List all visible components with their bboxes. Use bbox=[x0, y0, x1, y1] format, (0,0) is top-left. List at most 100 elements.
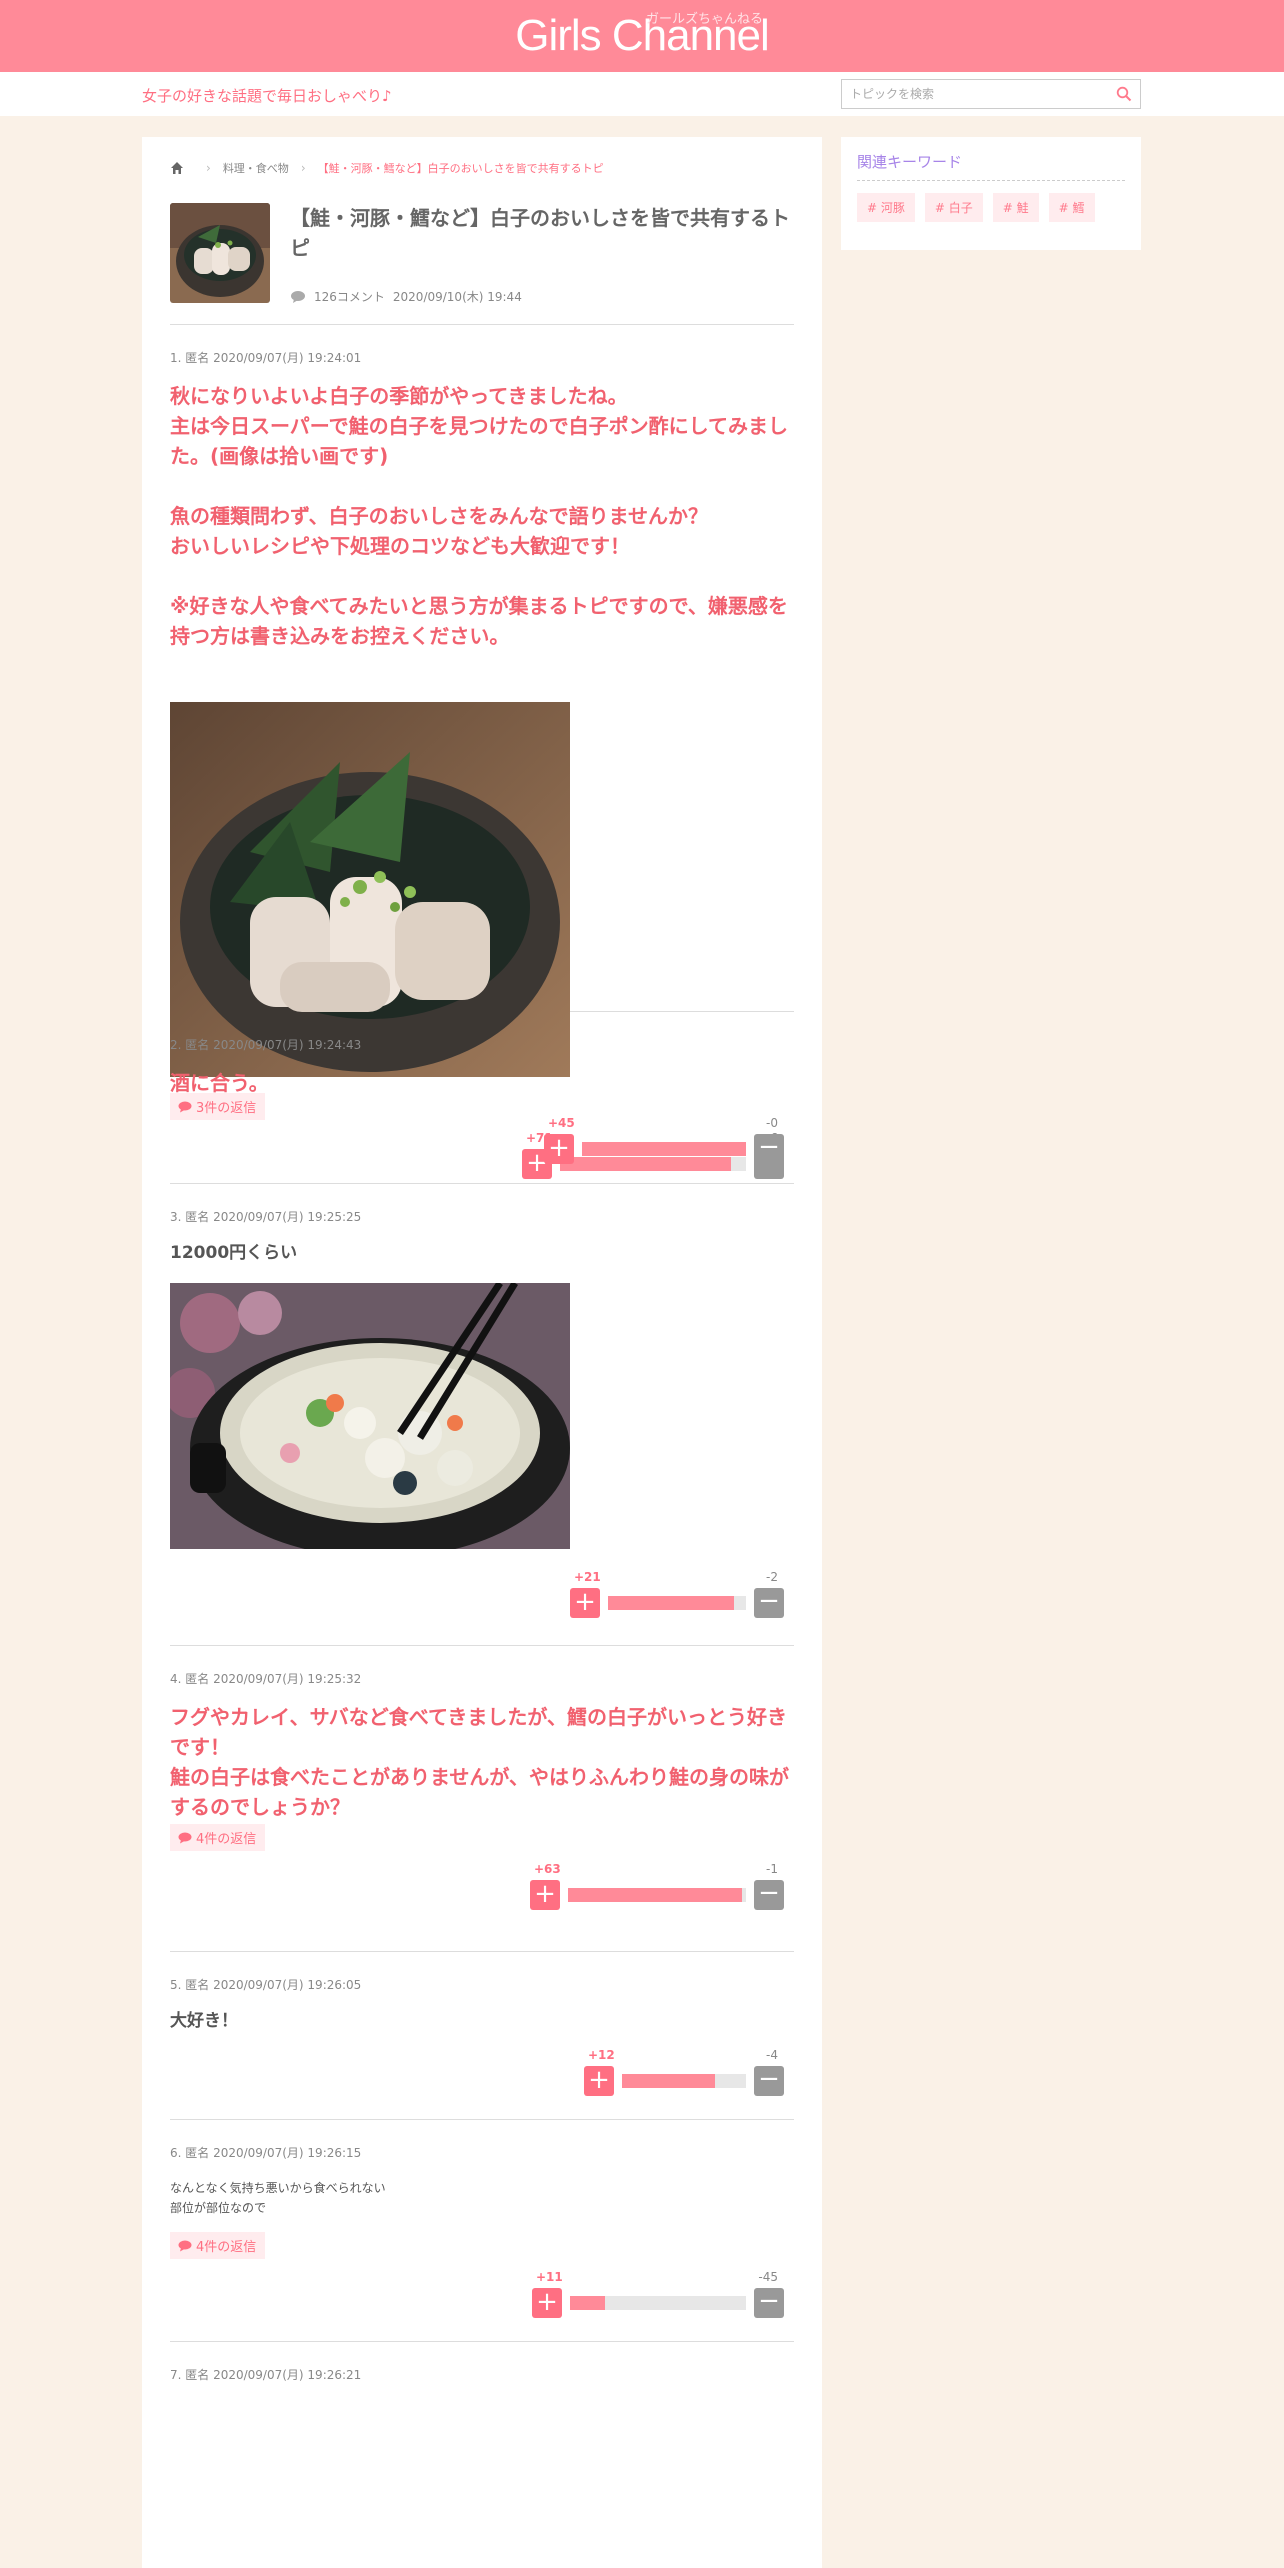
comment-header: 2. 匿名 2020/09/07(月) 19:24:43 bbox=[170, 1038, 362, 1052]
comment-line: ※好きな人や食べてみたいと思う方が集まるトピですので、嫌悪感を持つ方は書き込みを… bbox=[170, 594, 788, 648]
comment-1: 1. 匿名 2020/09/07(月) 19:24:01 秋になりいよいよ白子の… bbox=[170, 325, 794, 1179]
comment-header: 7. 匿名 2020/09/07(月) 19:26:21 bbox=[170, 2368, 362, 2382]
comment-3: 3. 匿名 2020/09/07(月) 19:25:25 12000円くらい +… bbox=[165, 1184, 794, 1646]
plus-vote-button[interactable]: + bbox=[570, 1588, 600, 1618]
breadcrumb-category[interactable]: 料理・食べ物 bbox=[223, 160, 289, 176]
comment-line: 大好き！ bbox=[170, 2011, 238, 2031]
comment-body: 秋になりいよいよ白子の季節がやってきましたね。 主は今日スーパーで鮭の白子を見つ… bbox=[170, 381, 794, 651]
plus-vote-button[interactable]: + bbox=[584, 2066, 614, 2096]
logo-text: Girls Channel bbox=[515, 11, 770, 60]
related-keywords-panel: 関連キーワード # 河豚 # 白子 # 鮭 # 鱈 bbox=[841, 137, 1141, 250]
search-icon[interactable] bbox=[1116, 86, 1132, 102]
comment-body: フグやカレイ、サバなど食べてきましたが、鱈の白子がいっとう好きです！ 鮭の白子は… bbox=[170, 1702, 794, 1822]
comment-header: 5. 匿名 2020/09/07(月) 19:26:05 bbox=[170, 1978, 362, 1992]
vote-widget: +45 -0 + − bbox=[544, 1110, 784, 1166]
vote-ratio-bar bbox=[582, 1142, 746, 1156]
comment-count[interactable]: 126コメント bbox=[314, 288, 385, 305]
comment-line: 主は今日スーパーで鮭の白子を見つけたので白子ポン酢にしてみました。(画像は拾い画… bbox=[170, 414, 788, 468]
comment-body: 酒に合う。 bbox=[170, 1068, 794, 1098]
topic-header: 【鮭・河豚・鱈など】白子のおいしさを皆で共有するトピ 126コメント 2020/… bbox=[170, 203, 794, 325]
breadcrumb-current: 【鮭・河豚・鱈など】白子のおいしさを皆で共有するトピ bbox=[317, 162, 604, 175]
topic-main: › 料理・食べ物 › 【鮭・河豚・鱈など】白子のおいしさを皆で共有するトピ 【鮭… bbox=[142, 137, 822, 2568]
vote-ratio-bar bbox=[622, 2074, 746, 2088]
comment-header: 1. 匿名 2020/09/07(月) 19:24:01 bbox=[170, 351, 362, 365]
topic-meta: 126コメント 2020/09/10(木) 19:44 bbox=[290, 288, 522, 305]
comment-line: なんとなく気持ち悪いから食べられない bbox=[170, 2181, 386, 2195]
minus-vote-button[interactable]: − bbox=[754, 1880, 784, 1910]
chevron-right-icon: › bbox=[300, 161, 306, 175]
chevron-right-icon: › bbox=[206, 161, 211, 175]
comment-header: 6. 匿名 2020/09/07(月) 19:26:15 bbox=[170, 2146, 362, 2160]
plus-count: +12 bbox=[588, 2048, 615, 2062]
breadcrumb: › 料理・食べ物 › 【鮭・河豚・鱈など】白子のおいしさを皆で共有するトピ bbox=[170, 160, 604, 176]
topic-thumbnail bbox=[170, 203, 270, 303]
vote-widget: +11 -45 + − bbox=[532, 2264, 784, 2320]
keyword-tag[interactable]: # 鮭 bbox=[992, 193, 1039, 222]
vote-ratio-bar bbox=[570, 2296, 746, 2310]
comment-header: 3. 匿名 2020/09/07(月) 19:25:25 bbox=[170, 1210, 362, 1224]
keyword-tag[interactable]: # 鱈 bbox=[1048, 193, 1095, 222]
related-keywords-title: 関連キーワード bbox=[857, 151, 1125, 181]
speech-bubble-icon bbox=[178, 1832, 192, 1843]
tagline: 女子の好きな話題で毎日おしゃべり♪ bbox=[142, 87, 392, 105]
comment-6: 6. 匿名 2020/09/07(月) 19:26:15 なんとなく気持ち悪いか… bbox=[170, 2120, 794, 2342]
plus-count: +21 bbox=[574, 1570, 601, 1584]
site-header: Girls Channel ガールズちゃんねる bbox=[0, 0, 1284, 72]
comment-line: 酒に合う。 bbox=[170, 1071, 269, 1095]
comment-4: 4. 匿名 2020/09/07(月) 19:25:32 フグやカレイ、サバなど… bbox=[170, 1646, 794, 1952]
plus-vote-button[interactable]: + bbox=[544, 1134, 574, 1164]
vote-widget: +12 -4 + − bbox=[584, 2042, 784, 2098]
minus-count: -0 bbox=[766, 1116, 778, 1130]
plus-count: +45 bbox=[548, 1116, 575, 1130]
replies-button[interactable]: 4件の返信 bbox=[170, 2232, 266, 2259]
minus-count: -45 bbox=[758, 2270, 778, 2284]
comment-header: 4. 匿名 2020/09/07(月) 19:25:32 bbox=[170, 1672, 362, 1686]
vote-widget: +21 -2 + − bbox=[570, 1564, 784, 1620]
comment-body: なんとなく気持ち悪いから食べられない 部位が部位なので bbox=[170, 2178, 794, 2218]
minus-vote-button[interactable]: − bbox=[754, 1588, 784, 1618]
keyword-tag[interactable]: # 河豚 bbox=[857, 193, 915, 222]
comment-2: 2. 匿名 2020/09/07(月) 19:24:43 酒に合う。 +45 -… bbox=[170, 1012, 794, 1184]
comment-line: 12000円くらい bbox=[170, 1243, 298, 1263]
minus-count: -4 bbox=[766, 2048, 778, 2062]
keyword-tag[interactable]: # 白子 bbox=[924, 193, 983, 222]
comment-line: 魚の種類問わず、白子のおいしさをみんなで語りませんか？ bbox=[170, 504, 708, 528]
comment-line: フグやカレイ、サバなど食べてきましたが、鱈の白子がいっとう好きです！ bbox=[170, 1705, 787, 1759]
home-icon[interactable] bbox=[170, 161, 184, 175]
search-input[interactable] bbox=[842, 80, 1102, 108]
replies-button[interactable]: 4件の返信 bbox=[170, 1824, 266, 1851]
site-logo[interactable]: Girls Channel ガールズちゃんねる bbox=[0, 8, 1284, 64]
minus-count: -2 bbox=[766, 1570, 778, 1584]
vote-ratio-fill bbox=[608, 1596, 734, 1610]
minus-count: -1 bbox=[766, 1862, 778, 1876]
vote-ratio-fill bbox=[582, 1142, 746, 1156]
sub-header: 女子の好きな話題で毎日おしゃべり♪ bbox=[0, 72, 1284, 116]
comment-line: おいしいレシピや下処理のコツなども大歓迎です！ bbox=[170, 534, 630, 558]
minus-vote-button[interactable]: − bbox=[754, 2288, 784, 2318]
replies-label: 4件の返信 bbox=[196, 2240, 257, 2255]
comment-7: 7. 匿名 2020/09/07(月) 19:26:21 bbox=[170, 2342, 794, 2568]
replies-label: 4件の返信 bbox=[196, 1832, 257, 1847]
plus-vote-button[interactable]: + bbox=[532, 2288, 562, 2318]
vote-ratio-bar bbox=[608, 1596, 746, 1610]
minus-vote-button[interactable]: − bbox=[754, 2066, 784, 2096]
comment-body: 12000円くらい bbox=[170, 1240, 794, 1266]
topic-date: 2020/09/10(木) 19:44 bbox=[392, 290, 522, 304]
vote-ratio-bar bbox=[568, 1888, 746, 1902]
comment-image[interactable] bbox=[165, 1281, 570, 1558]
plus-count: +11 bbox=[536, 2270, 563, 2284]
comment-body: 大好き！ bbox=[170, 2008, 794, 2034]
plus-vote-button[interactable]: + bbox=[530, 1880, 560, 1910]
search-box bbox=[841, 79, 1141, 109]
plus-count: +63 bbox=[534, 1862, 561, 1876]
minus-vote-button[interactable]: − bbox=[754, 1134, 784, 1164]
topic-title: 【鮭・河豚・鱈など】白子のおいしさを皆で共有するトピ bbox=[290, 206, 790, 260]
comment-line: 秋になりいよいよ白子の季節がやってきましたね。 bbox=[170, 384, 628, 408]
vote-ratio-fill bbox=[570, 2296, 606, 2310]
vote-ratio-fill bbox=[622, 2074, 715, 2088]
comment-5: 5. 匿名 2020/09/07(月) 19:26:05 大好き！ +12 -4… bbox=[170, 1952, 794, 2120]
logo-subtext: ガールズちゃんねる bbox=[646, 12, 764, 27]
comment-line: 鮭の白子は食べたことがありませんが、やはりふんわり鮭の身の味がするのでしょうか？ bbox=[170, 1765, 789, 1819]
speech-bubble-icon bbox=[291, 290, 305, 303]
comment-line: 部位が部位なので bbox=[170, 2201, 267, 2215]
